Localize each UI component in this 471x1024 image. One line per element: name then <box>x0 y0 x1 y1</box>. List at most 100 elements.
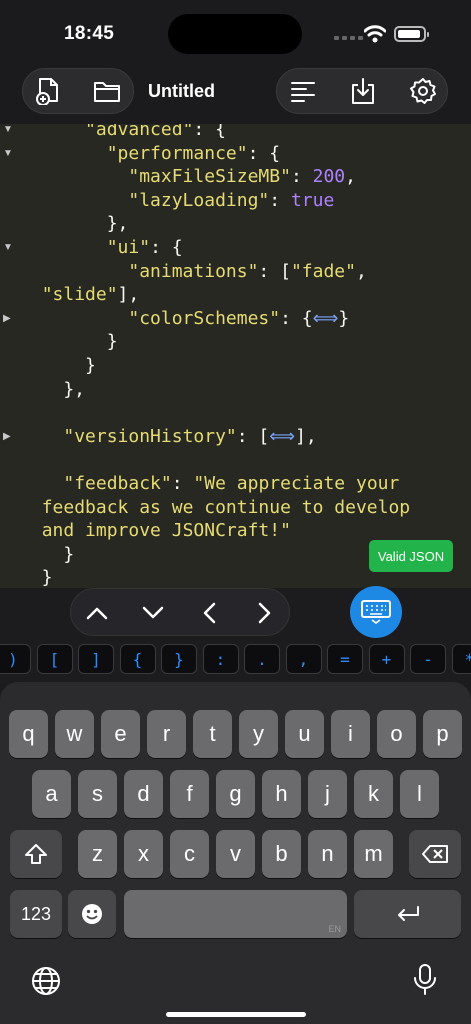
code-line: "ui": { <box>0 236 471 260</box>
open-folder-button[interactable] <box>85 69 129 113</box>
settings-button[interactable] <box>401 69 445 113</box>
chevron-right-icon <box>258 602 271 624</box>
cursor-left-button[interactable] <box>189 593 229 633</box>
code-token: : [ <box>236 425 270 447</box>
document-actions-group <box>276 68 448 114</box>
key-t[interactable]: t <box>193 710 232 758</box>
valid-json-badge: Valid JSON <box>369 540 453 572</box>
key-x[interactable]: x <box>124 830 163 878</box>
status-bar: 18:45 <box>0 0 471 62</box>
globe-icon[interactable] <box>30 965 62 997</box>
key-j[interactable]: j <box>308 770 347 818</box>
symbol-key[interactable]: { <box>119 644 156 674</box>
fold-expanded-icon[interactable]: ▼ <box>3 236 13 260</box>
symbol-key[interactable]: = <box>327 644 363 674</box>
key-n[interactable]: n <box>308 830 347 878</box>
fold-collapsed-icon[interactable]: ▶ <box>3 307 13 331</box>
new-file-button[interactable] <box>27 69 71 113</box>
key-b[interactable]: b <box>262 830 301 878</box>
key-q[interactable]: q <box>9 710 48 758</box>
key-y[interactable]: y <box>239 710 278 758</box>
backspace-icon <box>422 845 448 863</box>
format-button[interactable] <box>281 69 325 113</box>
key-a[interactable]: a <box>32 770 71 818</box>
key-e[interactable]: e <box>101 710 140 758</box>
symbol-key[interactable]: } <box>161 644 197 674</box>
symbol-key[interactable]: + <box>368 644 405 674</box>
microphone-icon[interactable] <box>412 963 438 997</box>
code-line: "colorSchemes": {⟺} <box>0 307 471 331</box>
code-token: "fade" <box>290 260 356 282</box>
symbol-key[interactable]: ] <box>78 644 114 674</box>
key-f[interactable]: f <box>170 770 209 818</box>
code-token: ], <box>295 425 317 447</box>
key-m[interactable]: m <box>354 830 393 878</box>
symbol-key[interactable]: : <box>202 644 239 674</box>
key-s[interactable]: s <box>78 770 117 818</box>
home-indicator <box>166 1012 306 1017</box>
key-w[interactable]: w <box>55 710 94 758</box>
space-key[interactable]: EN <box>124 890 347 938</box>
symbol-key[interactable]: [ <box>36 644 73 674</box>
key-d[interactable]: d <box>124 770 163 818</box>
return-icon <box>397 906 419 921</box>
symbol-key[interactable]: . <box>244 644 280 674</box>
symbol-key[interactable]: ) <box>0 644 31 674</box>
system-keyboard: q w e r t y u i o p a s d f g h j k l z x c v b n m 123 EN <box>0 682 471 1024</box>
code-token: , <box>355 260 367 282</box>
code-token: : <box>269 189 291 211</box>
key-p[interactable]: p <box>423 710 462 758</box>
return-key[interactable] <box>354 890 461 938</box>
key-r[interactable]: r <box>147 710 186 758</box>
status-time: 18:45 <box>64 23 115 44</box>
code-token: : <box>290 166 313 188</box>
shift-key[interactable] <box>10 830 62 878</box>
battery-icon <box>394 26 429 42</box>
key-i[interactable]: i <box>331 710 370 758</box>
key-l[interactable]: l <box>400 770 439 818</box>
delete-key[interactable] <box>409 830 461 878</box>
key-o[interactable]: o <box>377 710 416 758</box>
code-token: "animations" <box>128 260 259 282</box>
key-v[interactable]: v <box>216 830 255 878</box>
file-actions-group <box>22 68 134 114</box>
numbers-key[interactable]: 123 <box>10 890 62 938</box>
fold-expanded-icon[interactable]: ▼ <box>3 124 13 142</box>
cursor-right-button[interactable] <box>245 593 285 633</box>
code-token: : <box>171 473 194 494</box>
code-token: "colorSchemes" <box>128 307 281 329</box>
key-c[interactable]: c <box>170 830 209 878</box>
key-h[interactable]: h <box>262 770 301 818</box>
cursor-down-button[interactable] <box>133 593 173 633</box>
code-token: } <box>338 307 350 329</box>
key-k[interactable]: k <box>354 770 393 818</box>
keyboard-toggle-button[interactable] <box>350 586 402 638</box>
fold-collapsed-icon[interactable]: ▶ <box>3 425 13 449</box>
save-button[interactable] <box>341 69 385 113</box>
emoji-key[interactable] <box>68 890 116 938</box>
symbol-key[interactable]: , <box>285 644 322 674</box>
cursor-up-button[interactable] <box>77 593 117 633</box>
collapsed-content-icon[interactable]: ⟺ <box>313 308 339 329</box>
code-editor[interactable]: "advanced": {▼ "performance": {▼ "maxFil… <box>0 124 471 588</box>
document-title[interactable]: Untitled <box>148 81 215 102</box>
code-token: and improve JSONCraft!" <box>41 520 291 542</box>
collapsed-content-icon[interactable]: ⟺ <box>269 426 295 447</box>
symbol-key[interactable]: - <box>410 644 446 674</box>
symbol-key[interactable]: * <box>451 644 471 674</box>
key-g[interactable]: g <box>216 770 255 818</box>
code-token: : { <box>193 124 226 140</box>
key-z[interactable]: z <box>78 830 117 878</box>
code-token: feedback as we continue to develop <box>41 496 411 518</box>
key-u[interactable]: u <box>285 710 324 758</box>
code-token: "feedback" <box>63 473 172 494</box>
cellular-signal-icon <box>334 36 363 40</box>
fold-expanded-icon[interactable]: ▼ <box>3 142 13 166</box>
